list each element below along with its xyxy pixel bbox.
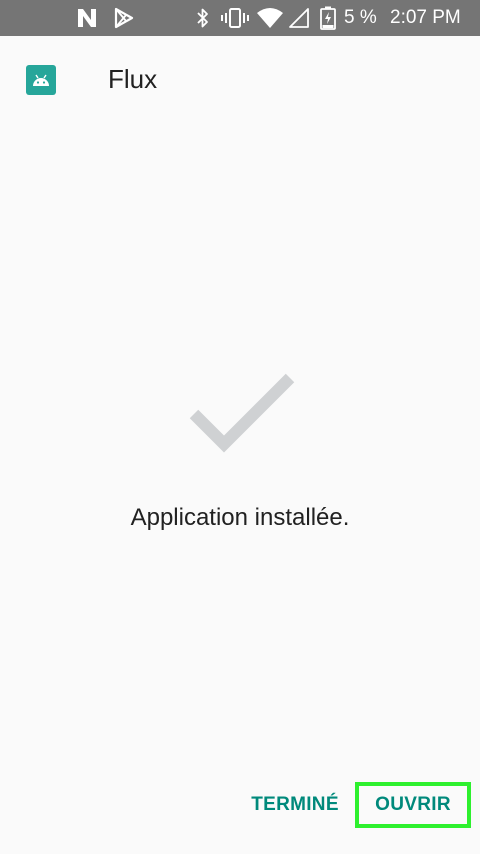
notification-n-icon [76,7,98,29]
done-button[interactable]: TERMINÉ [240,782,350,828]
no-signal-icon [288,7,310,29]
app-title: Flux [108,64,158,94]
install-status-message: Application installée. [130,504,350,531]
clock: 2:07 PM [390,7,461,28]
battery-charging-icon [318,6,338,30]
vibrate-icon [220,7,250,29]
android-robot-icon [26,65,56,95]
app-header: Flux [0,36,480,124]
checkmark-icon [186,368,298,458]
open-button[interactable]: OUVRIR [355,782,471,828]
battery-percent: 5 % [344,7,377,28]
play-store-icon [113,7,135,29]
bluetooth-icon [194,7,212,29]
status-bar: 5 % 2:07 PM [0,0,480,36]
wifi-icon [256,7,284,29]
